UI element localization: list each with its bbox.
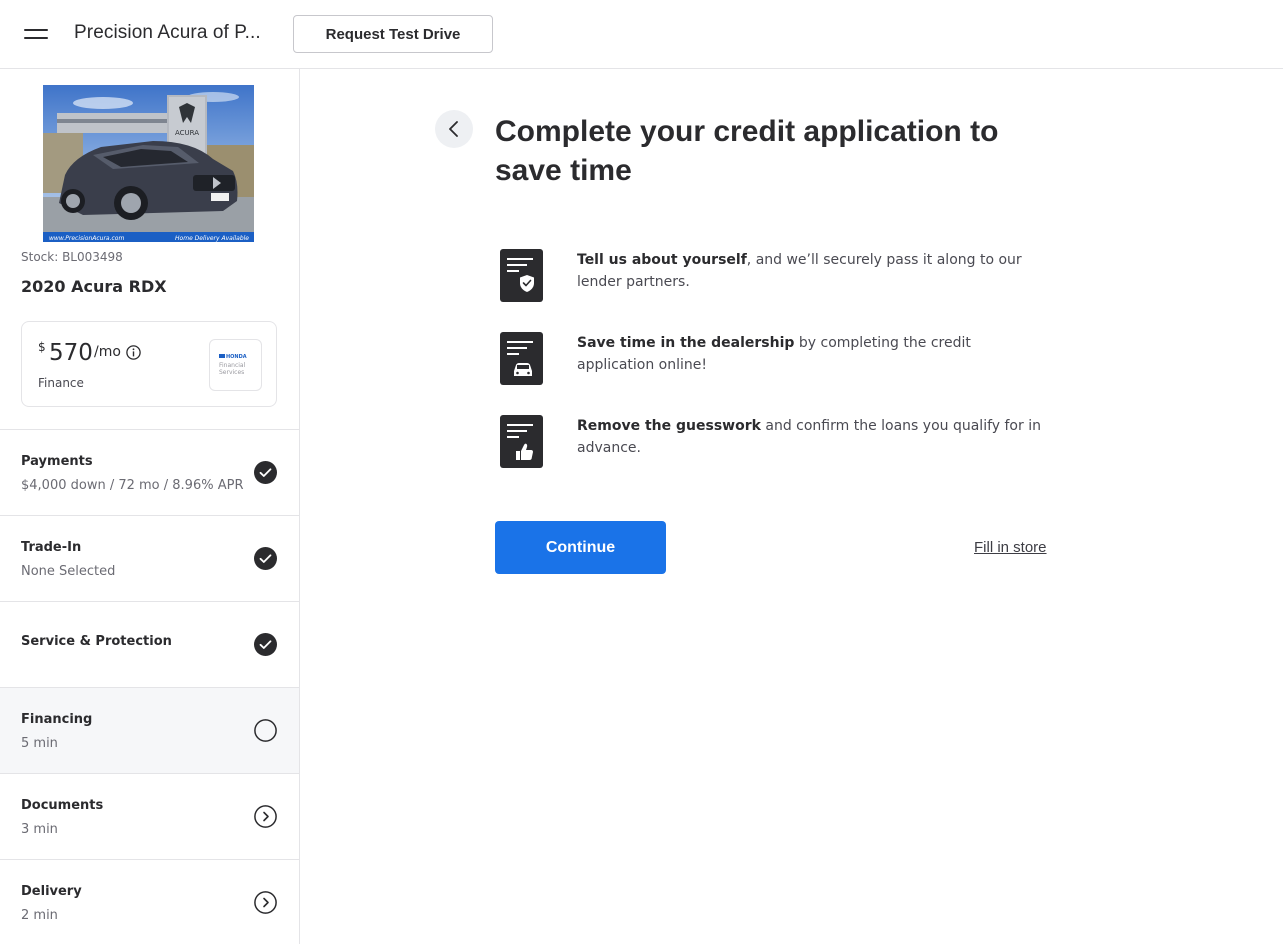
thumbs-up-document-icon <box>499 415 544 469</box>
step-title: Service & Protection <box>21 634 172 649</box>
dealer-name[interactable]: Precision Acura of P... <box>74 22 261 44</box>
sidebar: ACURA www.PrecisionAcura.com Home Delive… <box>0 69 300 944</box>
step-payments[interactable]: Payments $4,000 down / 72 mo / 8.96% APR <box>0 429 299 515</box>
lender-logo: HONDA Financial Services <box>209 339 262 391</box>
step-trade-in[interactable]: Trade-In None Selected <box>0 515 299 601</box>
chevron-left-icon <box>449 121 458 137</box>
stock-number: Stock: BL003498 <box>21 250 123 264</box>
top-header: Precision Acura of P... Request Test Dri… <box>0 0 1283 69</box>
monthly-price: 570 <box>49 340 93 366</box>
page-title: Complete your credit application to save… <box>495 115 999 187</box>
step-documents[interactable]: Documents 3 min <box>0 773 299 859</box>
back-button[interactable] <box>435 110 473 148</box>
step-title: Documents <box>21 798 104 813</box>
continue-button[interactable]: Continue <box>495 521 666 574</box>
price-currency: $ <box>38 340 46 354</box>
lender-name: HONDA <box>226 354 247 360</box>
info-icon[interactable] <box>126 345 141 360</box>
vehicle-photo: ACURA www.PrecisionAcura.com Home Delive… <box>43 85 254 242</box>
photo-caption-left: www.PrecisionAcura.com <box>49 235 124 242</box>
step-title: Delivery <box>21 884 82 899</box>
benefit-text-3: Remove the guesswork and confirm the loa… <box>577 418 1041 456</box>
shield-document-icon <box>499 249 544 303</box>
step-title: Payments <box>21 454 93 469</box>
photo-caption-right: Home Delivery Available <box>175 235 249 242</box>
step-title: Financing <box>21 712 93 727</box>
benefit-text-2: Save time in the dealership by completin… <box>577 335 971 373</box>
car-document-icon <box>499 332 544 386</box>
step-subtitle: 3 min <box>21 822 58 837</box>
svg-text:Financial: Financial <box>219 362 246 369</box>
request-test-drive-button[interactable]: Request Test Drive <box>293 15 493 53</box>
price-period: /mo <box>94 344 121 360</box>
photo-sign-text: ACURA <box>175 129 199 137</box>
step-subtitle: None Selected <box>21 564 116 579</box>
benefit-text-1: Tell us about yourself, and we’ll secure… <box>577 252 1022 290</box>
check-circle-icon <box>254 461 277 484</box>
price-type: Finance <box>38 376 84 390</box>
price-card: $ 570 /mo Finance HONDA Financial Servic… <box>21 321 277 407</box>
svg-text:Services: Services <box>219 369 244 376</box>
check-circle-icon <box>254 633 277 656</box>
step-subtitle: 5 min <box>21 736 58 751</box>
step-subtitle: $4,000 down / 72 mo / 8.96% APR <box>21 478 244 493</box>
step-title: Trade-In <box>21 540 82 555</box>
menu-icon[interactable] <box>24 27 48 41</box>
step-delivery[interactable]: Delivery 2 min <box>0 859 299 944</box>
vehicle-model: 2020 Acura RDX <box>21 277 167 296</box>
chevron-right-circle-icon <box>254 805 277 828</box>
step-subtitle: 2 min <box>21 908 58 923</box>
step-service-protection[interactable]: Service & Protection <box>0 601 299 687</box>
empty-circle-icon <box>254 719 277 742</box>
fill-in-store-link[interactable]: Fill in store <box>974 539 1047 556</box>
deal-steps-list: Payments $4,000 down / 72 mo / 8.96% APR… <box>0 429 299 944</box>
check-circle-icon <box>254 547 277 570</box>
chevron-right-circle-icon <box>254 891 277 914</box>
step-financing[interactable]: Financing 5 min <box>0 687 299 773</box>
